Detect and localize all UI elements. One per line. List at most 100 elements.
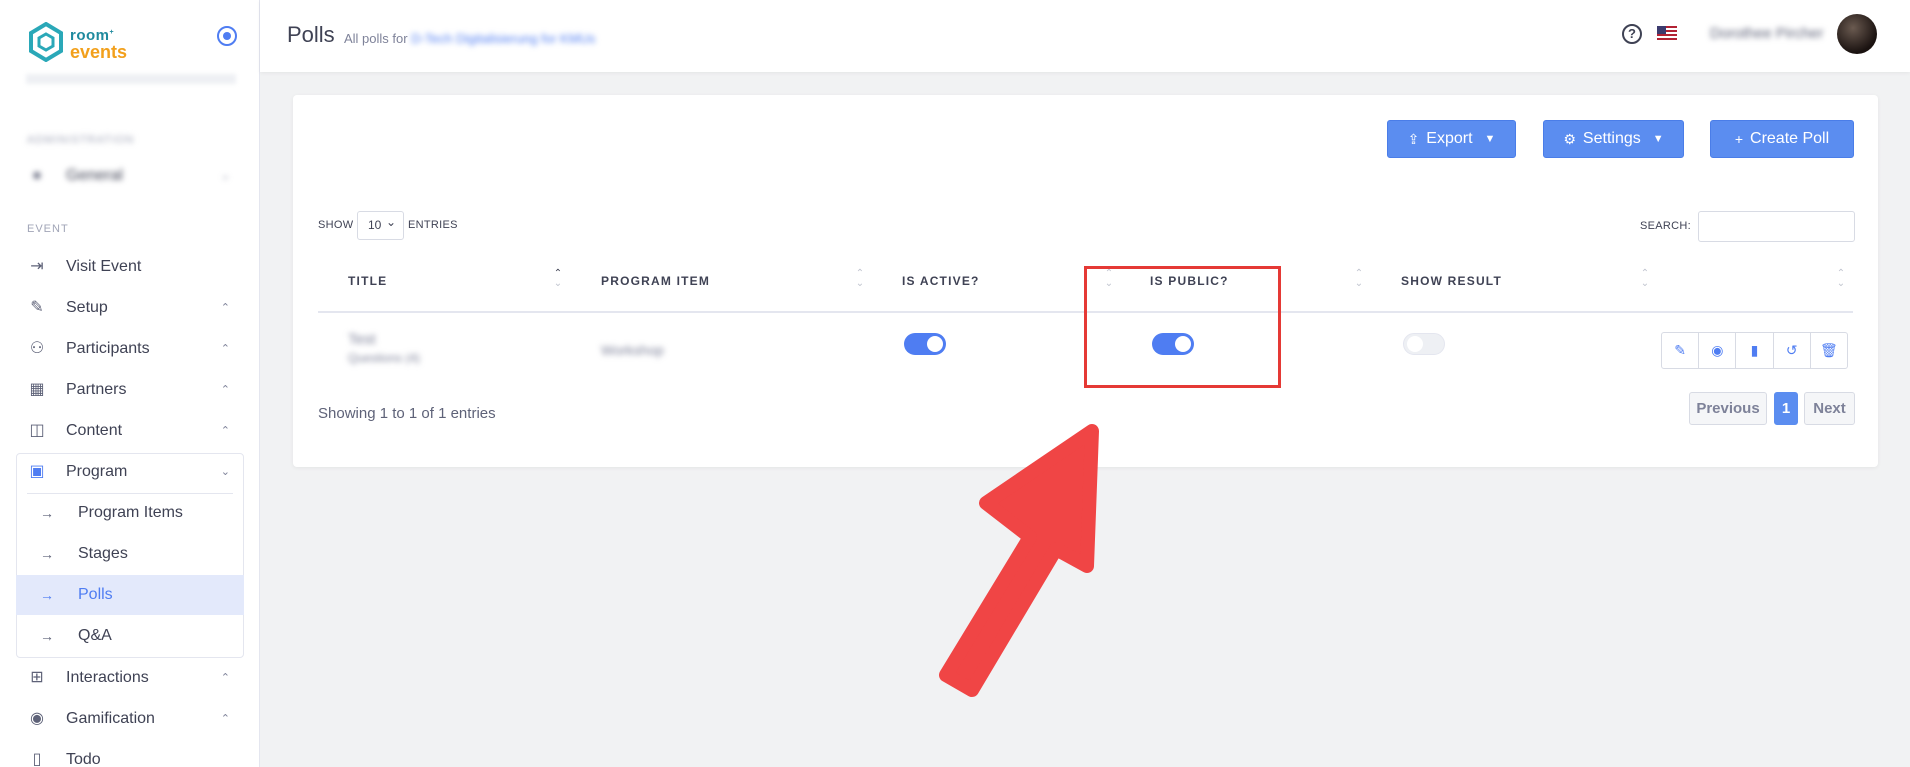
create-poll-label: Create Poll	[1750, 130, 1830, 147]
col-header-show-result[interactable]: SHOW RESULT	[1401, 274, 1502, 288]
sidebar-item-label: Content	[66, 422, 123, 439]
create-poll-button[interactable]: + Create Poll	[1710, 120, 1854, 158]
logo-line2: events	[70, 41, 128, 62]
sidebar: room+ events ADMINISTRATION ● General ⌄ …	[0, 0, 260, 767]
col-header-program-item[interactable]: PROGRAM ITEM	[601, 274, 710, 288]
chevron-up-icon: ⌃	[220, 384, 230, 396]
sidebar-item-general[interactable]: ● General ⌄	[16, 156, 244, 196]
plus-square-icon: ⊞	[30, 669, 44, 686]
user-name[interactable]: Dorothee Pircher	[1710, 25, 1823, 42]
search-input[interactable]	[1698, 211, 1855, 242]
sort-icon[interactable]: ⌃ ⌄	[854, 269, 866, 289]
sidebar-item-label: Visit Event	[66, 258, 142, 275]
next-button[interactable]: Next	[1804, 392, 1855, 425]
toggle-knob	[1407, 336, 1423, 352]
page-title: Polls	[287, 22, 335, 47]
sort-icon[interactable]: ⌃ ⌄	[552, 269, 564, 289]
show-result-toggle[interactable]	[1403, 333, 1445, 355]
avatar[interactable]	[1837, 14, 1877, 54]
sidebar-item-visit-event[interactable]: ⇥ Visit Event	[16, 247, 244, 287]
col-header-is-active[interactable]: IS ACTIVE?	[902, 274, 980, 288]
eye-icon[interactable]: ◉	[1699, 333, 1737, 368]
entries-info: Showing 1 to 1 of 1 entries	[318, 405, 496, 422]
sidebar-item-label: Setup	[66, 299, 108, 316]
layout-icon: ◫	[29, 422, 45, 439]
arrow-right-icon: →	[40, 546, 54, 562]
show-label: SHOW	[318, 219, 354, 231]
sort-icon[interactable]: ⌃ ⌄	[1353, 269, 1365, 289]
plus-icon: +	[1734, 131, 1744, 147]
chevron-down-icon: ▼	[1652, 133, 1664, 145]
settings-label: Settings	[1582, 130, 1641, 147]
logo[interactable]: room+ events	[28, 22, 127, 62]
col-header-title[interactable]: TITLE	[348, 274, 387, 288]
sidebar-item-label: Program	[66, 463, 128, 480]
subtitle-event-link[interactable]: D-Tech Digitalisierung for KMUs	[411, 31, 595, 46]
sidebar-subitem-polls[interactable]: → Polls	[16, 575, 244, 615]
help-icon[interactable]: ?	[1622, 24, 1642, 44]
sidebar-item-program[interactable]: ▣ Program ⌄	[16, 452, 244, 492]
reset-icon[interactable]: ↺	[1774, 333, 1811, 368]
sidebar-item-label: General	[66, 167, 123, 184]
sidebar-item-setup[interactable]: ✎ Setup ⌃	[16, 288, 244, 328]
sort-icon[interactable]: ⌃ ⌄	[1835, 269, 1847, 289]
trash-icon[interactable]: 🗑	[1811, 333, 1847, 368]
calendar-icon: ▣	[29, 463, 45, 480]
blurred-divider	[26, 74, 236, 84]
export-label: Export	[1426, 130, 1473, 147]
clipboard-icon: ▯	[32, 751, 42, 767]
edit-icon[interactable]: ✎	[1662, 333, 1700, 368]
sidebar-subitem-stages[interactable]: → Stages	[16, 534, 244, 574]
chevron-up-icon: ⌃	[220, 302, 230, 314]
sidebar-subitem-label: Stages	[78, 545, 128, 562]
sidebar-subitem-program-items[interactable]: → Program Items	[16, 493, 244, 533]
us-flag-icon[interactable]	[1657, 26, 1677, 41]
sidebar-item-participants[interactable]: ⚇ Participants ⌃	[16, 329, 244, 369]
annotation-highlight-box	[1084, 266, 1281, 388]
logo-sup: +	[109, 28, 115, 36]
previous-button[interactable]: Previous	[1689, 392, 1767, 425]
sidebar-item-label: Participants	[66, 340, 150, 357]
entries-label: ENTRIES	[408, 219, 458, 231]
logo-line1: room	[70, 26, 110, 44]
settings-button[interactable]: ⚙ Settings ▼	[1543, 120, 1684, 158]
sidebar-item-label: Partners	[66, 381, 127, 398]
upload-icon: ⇪	[1407, 130, 1420, 147]
sidebar-item-content[interactable]: ◫ Content ⌃	[16, 411, 244, 451]
gamepad-icon: ◉	[30, 710, 44, 727]
top-header: Polls All polls for D-Tech Digitalisieru…	[260, 0, 1910, 72]
export-button[interactable]: ⇪ Export ▼	[1387, 120, 1516, 158]
page-1-button[interactable]: 1	[1774, 392, 1798, 425]
search-label: SEARCH:	[1640, 220, 1691, 232]
poll-program-item: Workshop	[601, 342, 664, 358]
sidebar-toggle-icon[interactable]	[217, 26, 237, 46]
chevron-down-icon: ▼	[1484, 133, 1496, 145]
sidebar-subitem-label: Polls	[78, 586, 113, 603]
is-active-toggle[interactable]	[904, 333, 946, 355]
building-icon: ▦	[29, 381, 45, 398]
chevron-up-icon: ⌃	[220, 425, 230, 437]
toggle-knob	[927, 336, 943, 352]
chevron-down-icon: ⌄	[220, 466, 230, 478]
row-actions: ✎ ◉ ▮ ↺ 🗑	[1661, 332, 1848, 369]
chevron-up-icon: ⌃	[220, 672, 230, 684]
sidebar-subitem-label: Program Items	[78, 504, 183, 521]
chevron-up-icon: ⌃	[220, 713, 230, 725]
sidebar-item-gamification[interactable]: ◉ Gamification ⌃	[16, 699, 244, 739]
users-icon: ⚇	[29, 340, 45, 357]
section-label-event: EVENT	[27, 223, 69, 235]
bar-chart-icon[interactable]: ▮	[1736, 333, 1774, 368]
entries-select[interactable]: 10	[357, 209, 404, 240]
poll-title: Test	[348, 331, 376, 348]
sidebar-item-interactions[interactable]: ⊞ Interactions ⌃	[16, 658, 244, 698]
sidebar-item-todo[interactable]: ▯ Todo	[16, 740, 244, 767]
chevron-up-icon: ⌃	[220, 343, 230, 355]
sidebar-item-label: Todo	[66, 751, 101, 767]
sort-icon[interactable]: ⌃ ⌄	[1639, 269, 1651, 289]
subtitle-prefix: All polls for	[344, 31, 408, 46]
poll-question-count: Questions (4)	[348, 351, 421, 365]
sidebar-item-partners[interactable]: ▦ Partners ⌃	[16, 370, 244, 410]
logo-hexagon-icon	[29, 22, 63, 62]
sidebar-subitem-qa[interactable]: → Q&A	[16, 616, 244, 656]
pencil-icon: ✎	[30, 299, 44, 316]
